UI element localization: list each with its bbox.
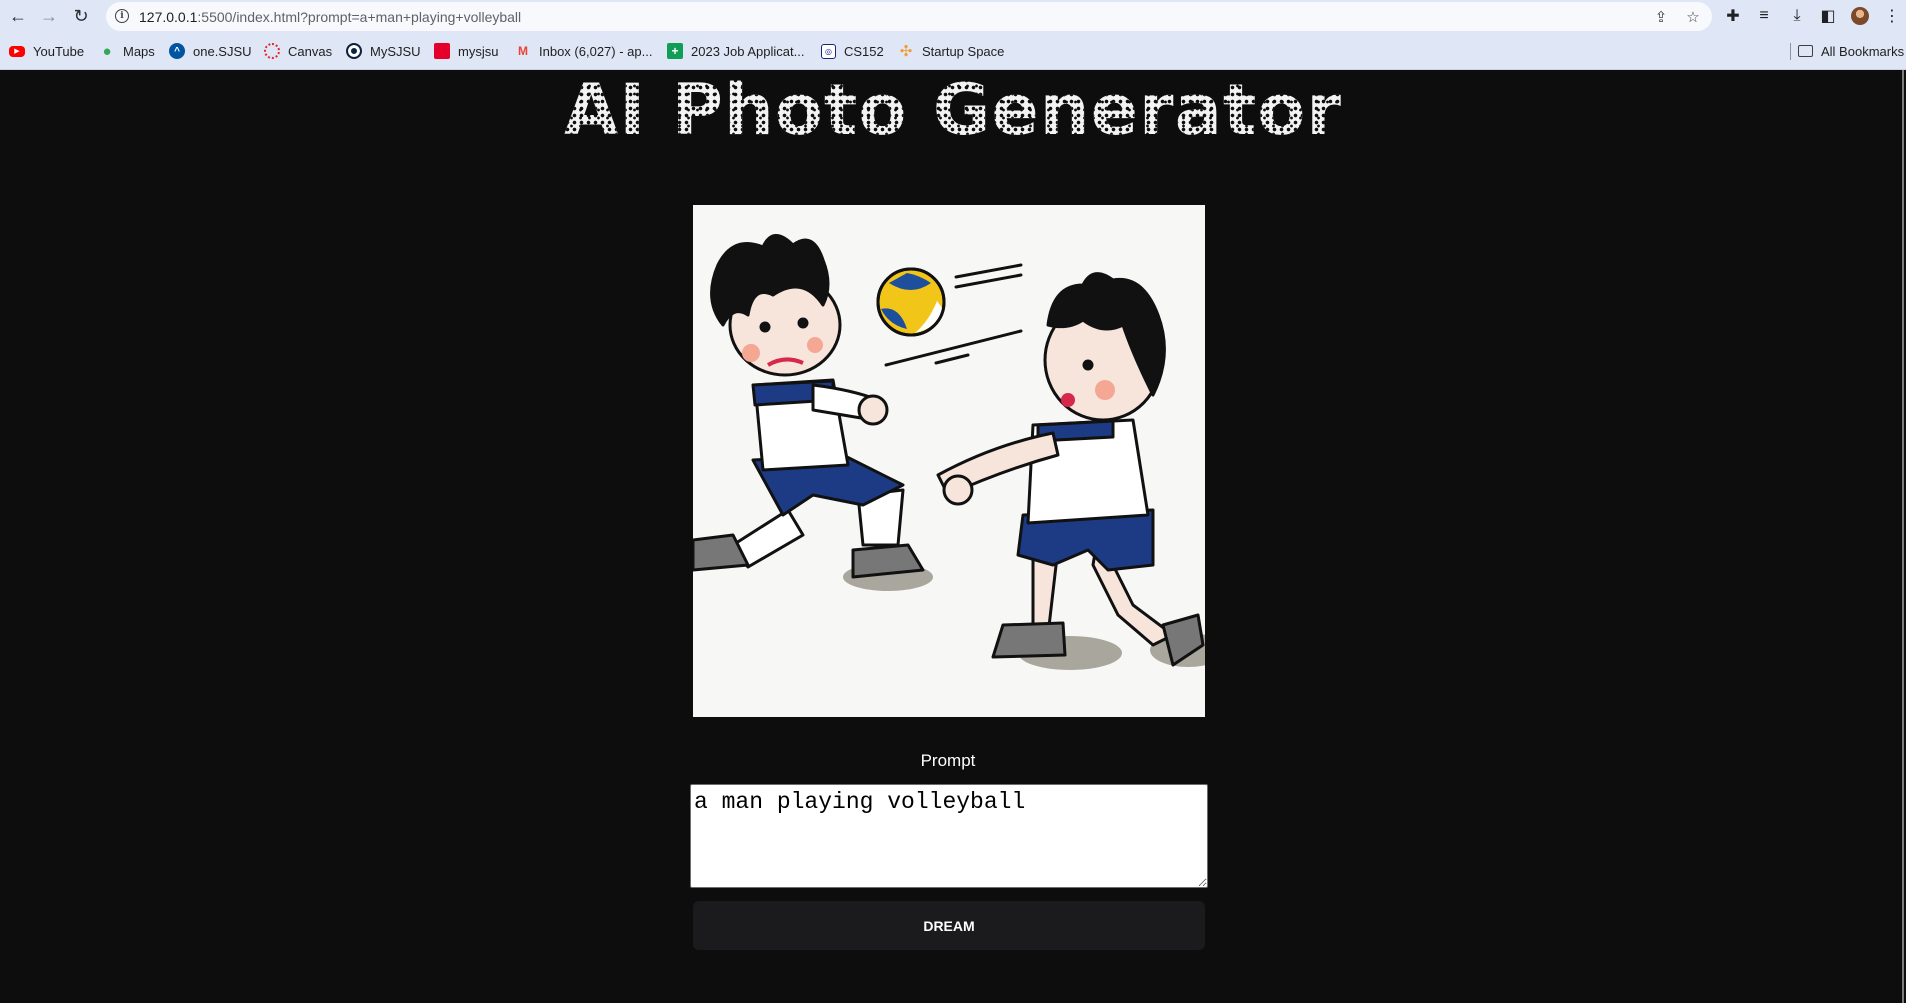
- download-icon[interactable]: ⤓: [1785, 4, 1809, 28]
- generated-image: [693, 205, 1205, 717]
- volleyball: [876, 267, 946, 337]
- bookmark-star-icon[interactable]: ☆: [1682, 6, 1704, 28]
- volleyball-illustration: [693, 205, 1205, 717]
- bookmark-label: 2023 Job Applicat...: [691, 43, 805, 59]
- bookmark-label: Startup Space: [922, 43, 1005, 59]
- maps-pin-icon: ●: [102, 42, 112, 60]
- startup-icon: ✣: [899, 43, 913, 60]
- bookmark-mysjsu[interactable]: MySJSU: [346, 41, 421, 61]
- site-info-icon[interactable]: i: [115, 9, 129, 23]
- reading-list-icon[interactable]: ≡: [1752, 4, 1776, 28]
- side-panel-icon[interactable]: ◧: [1816, 4, 1840, 28]
- bookmark-one-sjsu[interactable]: ^ one.SJSU: [169, 41, 252, 61]
- sheets-icon: +: [667, 43, 683, 59]
- all-bookmarks-label: All Bookmarks: [1821, 43, 1905, 59]
- bookmark-mysjsu-red[interactable]: mysjsu: [434, 41, 498, 61]
- page-edge: [1902, 70, 1904, 1003]
- bookmarks-separator: [1790, 43, 1791, 60]
- bookmark-label: MySJSU: [370, 43, 421, 59]
- canvas-icon: [264, 43, 280, 59]
- bookmark-maps[interactable]: ● Maps: [99, 41, 155, 61]
- bookmark-job-applications[interactable]: + 2023 Job Applicat...: [667, 41, 804, 61]
- bookmark-label: CS152: [844, 43, 884, 59]
- folder-icon: [1798, 45, 1813, 57]
- menu-dots-icon[interactable]: ⋮: [1880, 4, 1904, 28]
- url-path: :5500/index.html?prompt=a+man+playing+vo…: [197, 9, 522, 25]
- forward-arrow-icon[interactable]: →: [37, 4, 61, 28]
- bookmark-label: Inbox (6,027) - ap...: [539, 43, 653, 59]
- mysjsu-icon: [346, 43, 362, 59]
- extensions-icon[interactable]: ✚: [1721, 4, 1745, 28]
- browser-toolbar: ← → ↻ i 127.0.0.1:5500/index.html?prompt…: [0, 0, 1906, 32]
- bookmark-inbox[interactable]: M Inbox (6,027) - ap...: [515, 41, 652, 61]
- bookmark-startup-space[interactable]: ✣ Startup Space: [898, 41, 1005, 61]
- cs152-icon: ◎: [821, 43, 836, 59]
- share-icon[interactable]: ⇪: [1650, 6, 1672, 28]
- bookmark-cs152[interactable]: ◎ CS152: [821, 41, 884, 61]
- address-bar[interactable]: i 127.0.0.1:5500/index.html?prompt=a+man…: [106, 2, 1712, 31]
- dream-button[interactable]: DREAM: [693, 901, 1205, 950]
- back-arrow-icon[interactable]: ←: [6, 4, 30, 28]
- page-body: AI Photo Generator Prompt a man playing …: [0, 70, 1906, 1003]
- title-container: AI Photo Generator: [0, 70, 1906, 150]
- mysjsu-red-icon: [434, 43, 450, 59]
- bookmark-label: one.SJSU: [193, 43, 252, 59]
- prompt-label: Prompt: [920, 751, 976, 770]
- page-title: AI Photo Generator: [564, 69, 1342, 151]
- reload-icon[interactable]: ↻: [69, 4, 93, 28]
- bookmark-label: YouTube: [33, 43, 85, 59]
- all-bookmarks[interactable]: All Bookmarks: [1798, 41, 1904, 61]
- bookmarks-bar: ▶ YouTube ● Maps ^ one.SJSU Canvas MySJS…: [0, 32, 1906, 70]
- gmail-icon: M: [518, 44, 528, 58]
- youtube-icon: ▶: [9, 45, 25, 57]
- address-url[interactable]: 127.0.0.1:5500/index.html?prompt=a+man+p…: [139, 9, 521, 25]
- prompt-textarea[interactable]: a man playing volleyball: [690, 784, 1208, 888]
- url-host: 127.0.0.1: [139, 9, 198, 25]
- bookmark-label: Maps: [123, 43, 155, 59]
- bookmark-label: Canvas: [288, 43, 333, 59]
- bookmark-youtube[interactable]: ▶ YouTube: [9, 41, 84, 61]
- bookmark-label: mysjsu: [458, 43, 499, 59]
- profile-avatar[interactable]: [1851, 7, 1869, 25]
- bookmark-canvas[interactable]: Canvas: [264, 41, 332, 61]
- sjsu-icon: ^: [169, 43, 185, 59]
